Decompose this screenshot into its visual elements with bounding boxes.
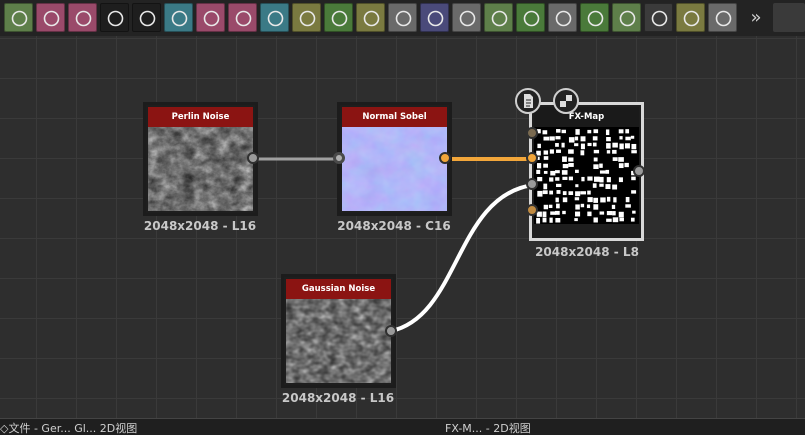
node-caption: 2048x2048 - L16 [281,391,395,405]
node-caption: 2048x2048 - L8 [535,245,639,259]
transform-icon[interactable] [260,3,289,32]
fill-bucket-icon[interactable] [196,3,225,32]
status-left-text: ◇文件 - Ger... Gl... 2D视图 [0,422,138,435]
node-thumbnail [148,127,253,211]
node-caption: 2048x2048 - C16 [337,219,451,233]
node-title: Normal Sobel [342,107,447,127]
uniform-color-icon[interactable] [420,3,449,32]
input-port[interactable] [333,152,345,164]
toolbar-overflow-button[interactable]: » [742,3,770,32]
input-port[interactable] [526,204,538,216]
image-input-icon[interactable] [68,3,97,32]
node-title: Gaussian Noise [286,279,391,299]
output-node-icon[interactable] [516,3,545,32]
text-tool-icon[interactable] [228,3,257,32]
output-port[interactable] [439,152,451,164]
blend-tool-icon[interactable] [4,3,33,32]
fx-map-node[interactable]: FX-Map [529,102,644,241]
curve-tool-icon[interactable] [36,3,65,32]
input-port[interactable] [526,152,538,164]
pattern-01-icon[interactable] [132,3,161,32]
status-bar: ◇文件 - Ger... Gl... 2D视图 FX-M... - 2D视图 [0,418,805,435]
node-thumbnail [342,127,447,211]
levels-icon[interactable] [324,3,353,32]
toolbar-extra-button[interactable] [773,3,805,32]
histogram-icon[interactable] [580,3,609,32]
value-01-icon[interactable] [100,3,129,32]
tile-sampler-icon[interactable] [164,3,193,32]
graph-output-icon[interactable] [484,3,513,32]
checker-preview-icon[interactable] [553,88,579,114]
gradient-map-icon[interactable] [292,3,321,32]
grayscale-drop-icon[interactable] [356,3,385,32]
input-port[interactable] [526,178,538,190]
waveform-icon[interactable] [708,3,737,32]
node-title: FX-Map [534,107,639,127]
warp-icon[interactable] [452,3,481,32]
status-right-text: FX-M... - 2D视图 [445,422,531,435]
node-caption: 2048x2048 - L16 [143,219,257,233]
shuffle-icon[interactable] [644,3,673,32]
gaussian-noise-node[interactable]: Gaussian Noise [281,274,396,388]
hsl-wheel-icon[interactable] [388,3,417,32]
node-toolbar [0,0,805,37]
document-icon[interactable] [515,88,541,114]
output-port[interactable] [247,152,259,164]
output-port[interactable] [633,165,645,177]
perlin-noise-node[interactable]: Perlin Noise [143,102,258,216]
link-node-icon[interactable] [548,3,577,32]
node-thumbnail [286,299,391,383]
gradient-tool-icon[interactable] [612,3,641,32]
split-channels-icon[interactable] [676,3,705,32]
node-title: Perlin Noise [148,107,253,127]
output-port[interactable] [385,325,397,337]
node-thumbnail [534,127,639,224]
input-port[interactable] [526,127,538,139]
normal-sobel-node[interactable]: Normal Sobel [337,102,452,216]
